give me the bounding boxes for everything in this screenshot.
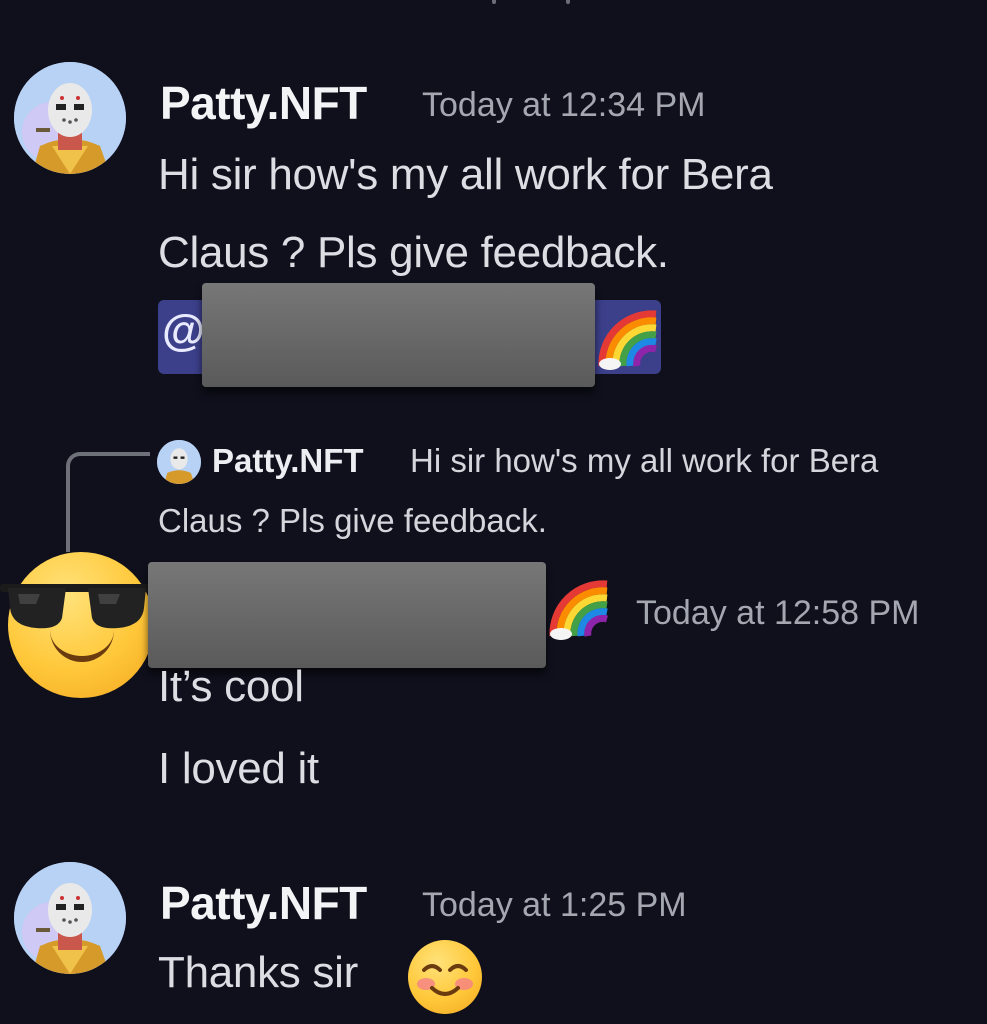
mention-at-symbol: @ [162,306,205,355]
username[interactable]: Patty.NFT [160,876,367,930]
avatar[interactable] [14,62,126,174]
reply-avatar[interactable] [157,440,201,484]
message-text-line: Hi sir how's my all work for Bera [158,150,773,199]
timestamp: Today at 1:25 PM [422,886,687,924]
redacted-username [148,562,546,668]
cutoff-text-remnant [470,0,590,12]
message-text-line: I loved it [158,744,319,793]
redacted-username [202,283,595,387]
rainbow-icon [598,310,657,370]
smiling-blush-face-icon [408,940,482,1014]
reply-username[interactable]: Patty.NFT [212,442,364,480]
message-text: Thanks sir [158,948,358,997]
message-text-line: Claus ? Pls give feedback. [158,228,669,277]
rainbow-icon [549,580,608,640]
message-text-line: It’s cool [158,662,304,711]
reply-line-icon [66,452,150,552]
username[interactable]: Patty.NFT [160,76,367,130]
reply-preview-text[interactable]: Claus ? Pls give feedback. [158,502,547,540]
timestamp: Today at 12:58 PM [636,594,920,632]
avatar[interactable] [14,862,126,974]
timestamp: Today at 12:34 PM [422,86,706,124]
reply-preview-text[interactable]: Hi sir how's my all work for Bera [410,442,878,480]
